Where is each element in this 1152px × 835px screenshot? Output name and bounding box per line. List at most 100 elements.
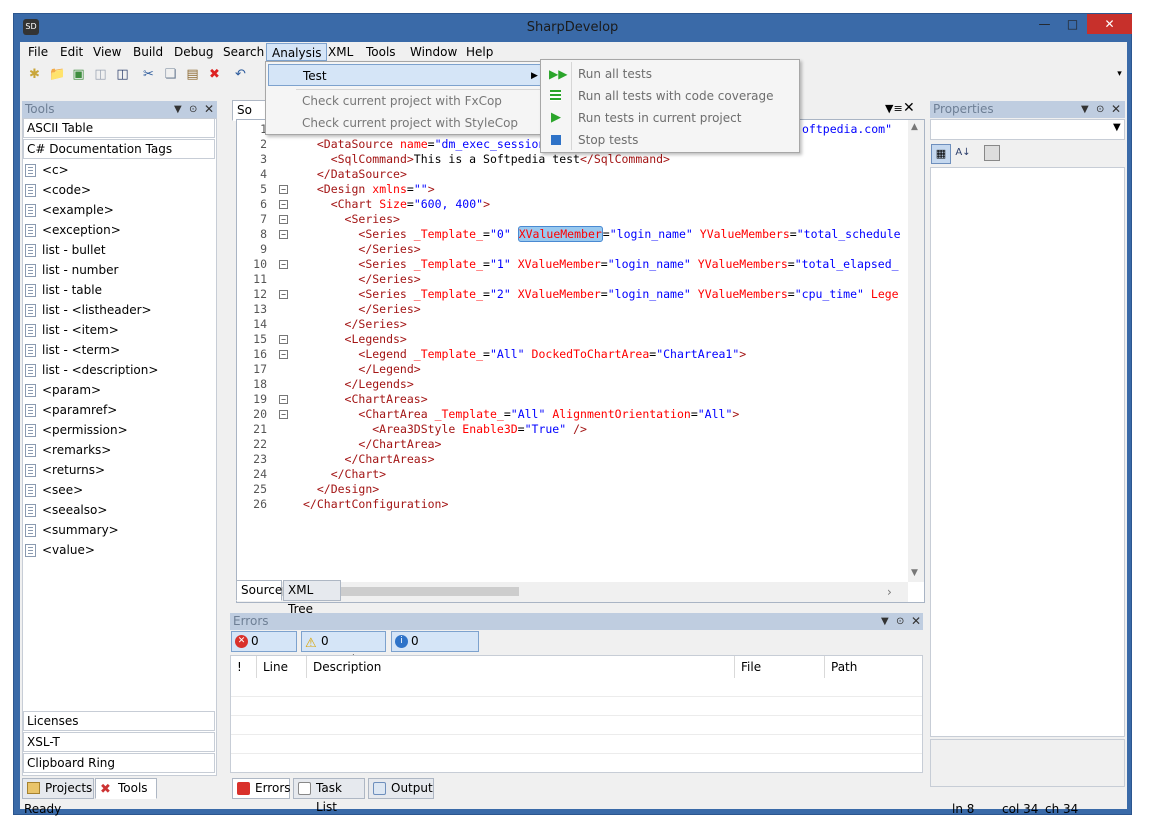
code-line[interactable]: 13 </Series> (237, 302, 912, 317)
undo-icon[interactable]: ↶ (232, 66, 249, 83)
panel-menu-icon[interactable]: ▼ (174, 101, 182, 118)
tools-item[interactable]: <value> (23, 540, 215, 560)
code-line[interactable]: 14 </Series> (237, 317, 912, 332)
tools-item[interactable]: <paramref> (23, 400, 215, 420)
close-icon[interactable]: ✕ (204, 101, 214, 118)
scroll-right-icon[interactable]: › (887, 585, 892, 599)
code-line[interactable]: 17 </Legend> (237, 362, 912, 377)
code-line[interactable]: 4 </DataSource> (237, 167, 912, 182)
column-header[interactable]: Description (307, 656, 735, 678)
messages-filter-button[interactable]: i 0 Messages (391, 631, 479, 667)
tab-task-list[interactable]: Task List (293, 778, 365, 814)
code-line[interactable]: 3 <SqlCommand>This is a Softpedia test</… (237, 152, 912, 167)
column-header[interactable]: Path (825, 656, 922, 678)
errors-filter-button[interactable]: ✕ 0 Errors (231, 631, 297, 667)
close-button[interactable]: ✕ (1087, 14, 1132, 34)
tools-item[interactable]: list - <item> (23, 320, 215, 340)
menu-build[interactable]: Build (128, 43, 168, 61)
save-icon[interactable]: ◫ (92, 66, 109, 83)
code-line[interactable]: 18 </Legends> (237, 377, 912, 392)
maximize-button[interactable]: □ (1059, 14, 1086, 34)
fold-toggle-icon[interactable]: − (279, 200, 288, 209)
tools-item[interactable]: <remarks> (23, 440, 215, 460)
cut-icon[interactable]: ✂ (140, 66, 157, 83)
pin-icon[interactable]: ⊙ (1096, 101, 1104, 118)
fold-toggle-icon[interactable]: − (279, 185, 288, 194)
menu-item-stylecop[interactable]: Check current project with StyleCop (268, 112, 542, 134)
warnings-filter-button[interactable]: ⚠ 0 Warnings (301, 631, 386, 667)
pin-icon[interactable]: ⊙ (896, 613, 904, 630)
tools-item[interactable]: <code> (23, 180, 215, 200)
scroll-up-icon[interactable]: ▲ (911, 122, 918, 132)
fold-toggle-icon[interactable]: − (279, 410, 288, 419)
menu-item-run-all-tests[interactable]: ▶▶ Run all tests (543, 63, 798, 85)
fold-toggle-icon[interactable]: − (279, 260, 288, 269)
fold-toggle-icon[interactable]: − (279, 230, 288, 239)
menu-tools[interactable]: Tools (361, 43, 401, 61)
menu-analysis[interactable]: Analysis (266, 43, 328, 61)
menu-view[interactable]: View (88, 43, 126, 61)
fold-toggle-icon[interactable]: − (279, 215, 288, 224)
tools-item[interactable]: <param> (23, 380, 215, 400)
minimize-button[interactable]: — (1031, 14, 1058, 34)
column-header[interactable]: Line (257, 656, 307, 678)
paste-icon[interactable]: ▤ (184, 66, 201, 83)
fold-toggle-icon[interactable]: − (279, 335, 288, 344)
open-project-icon[interactable]: ▣ (70, 66, 87, 83)
menu-help[interactable]: Help (461, 43, 498, 61)
menu-window[interactable]: Window (405, 43, 462, 61)
tools-category[interactable]: XSL-T (23, 732, 215, 752)
code-line[interactable]: 12 − <Series _Template_="2" XValueMember=… (237, 287, 912, 302)
vertical-scrollbar[interactable]: ▲ ▼ (908, 120, 924, 582)
tools-category[interactable]: Licenses (23, 711, 215, 731)
errors-grid[interactable]: ! Line Description File Path (230, 655, 923, 773)
properties-object-select[interactable]: ▼ (930, 119, 1125, 140)
categorized-icon[interactable]: ▦ (931, 144, 951, 164)
tools-item[interactable]: <see> (23, 480, 215, 500)
menu-xml[interactable]: XML (323, 43, 358, 61)
menu-edit[interactable]: Edit (55, 43, 88, 61)
code-line[interactable]: 22 </ChartArea> (237, 437, 912, 452)
code-line[interactable]: 23 </ChartAreas> (237, 452, 912, 467)
close-editor-icon[interactable]: ✕ (903, 100, 915, 116)
tools-item[interactable]: list - number (23, 260, 215, 280)
column-header[interactable]: ! (231, 656, 257, 678)
code-line[interactable]: 5 − <Design xmlns=""> (237, 182, 912, 197)
panel-menu-icon[interactable]: ▼ (881, 613, 889, 630)
tab-xml-tree[interactable]: XML Tree (283, 580, 341, 616)
tools-item[interactable]: <returns> (23, 460, 215, 480)
panel-menu-icon[interactable]: ▼ (1081, 101, 1089, 118)
fold-toggle-icon[interactable]: − (279, 350, 288, 359)
pin-icon[interactable]: ⊙ (189, 101, 197, 118)
menu-item-run-with-coverage[interactable]: Run all tests with code coverage (543, 85, 798, 107)
sort-az-icon[interactable]: A↓ (953, 144, 973, 164)
tools-item[interactable]: list - <term> (23, 340, 215, 360)
menu-item-stop-tests[interactable]: Stop tests (543, 129, 798, 151)
tab-tools[interactable]: ✖ Tools (95, 778, 157, 799)
menu-item-run-current-project[interactable]: ▶ Run tests in current project (543, 107, 798, 129)
tools-item[interactable]: <seealso> (23, 500, 215, 520)
menu-search[interactable]: Search (218, 43, 269, 61)
new-file-icon[interactable]: ✱ (26, 66, 43, 83)
tools-item[interactable]: list - table (23, 280, 215, 300)
tab-projects[interactable]: Projects (22, 778, 94, 799)
tools-item[interactable]: <c> (23, 160, 215, 180)
property-pages-icon[interactable] (984, 145, 1000, 161)
tab-output[interactable]: Output (368, 778, 434, 799)
code-line[interactable]: 21 <Area3DStyle Enable3D="True" /> (237, 422, 912, 437)
title-bar[interactable]: SD SharpDevelop — □ ✕ (14, 14, 1132, 42)
tools-item[interactable]: list - bullet (23, 240, 215, 260)
tools-category[interactable]: C# Documentation Tags (23, 139, 215, 159)
tab-errors[interactable]: Errors (232, 778, 291, 799)
code-line[interactable]: 8 − <Series _Template_="0" XValueMember="… (237, 226, 912, 242)
tools-item[interactable]: <exception> (23, 220, 215, 240)
property-grid[interactable] (930, 167, 1125, 737)
menu-debug[interactable]: Debug (169, 43, 218, 61)
code-line[interactable]: 25 </Design> (237, 482, 912, 497)
code-line[interactable]: 15 − <Legends> (237, 332, 912, 347)
code-line[interactable]: 10 − <Series _Template_="1" XValueMember=… (237, 257, 912, 272)
code-line[interactable]: 19 − <ChartAreas> (237, 392, 912, 407)
tools-item[interactable]: list - <listheader> (23, 300, 215, 320)
code-line[interactable]: 24 </Chart> (237, 467, 912, 482)
code-line[interactable]: 26 </ChartConfiguration> (237, 497, 912, 512)
